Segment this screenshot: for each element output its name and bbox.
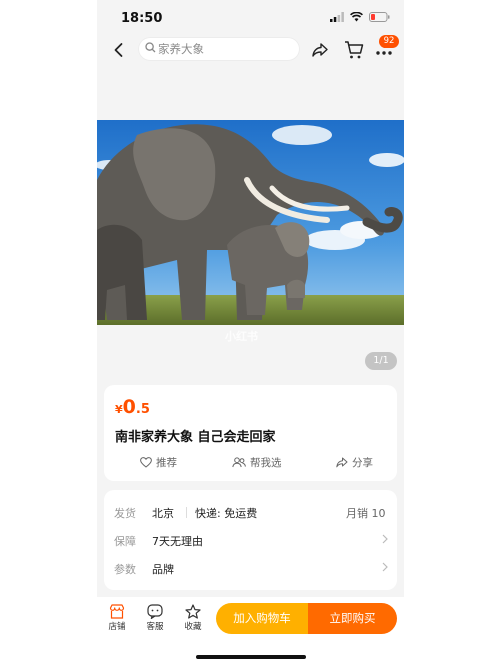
back-arrow-icon[interactable] [109,40,129,60]
phone-screen: 18:50 家养大象 92 小红书 1/1 ¥0.5 南非家养大象 自己会走回家… [97,0,404,667]
guarantee-value: 7天无理由 [152,535,203,548]
price-currency: ¥ [115,403,123,416]
watermark: 小红书 [225,330,258,343]
shop-label: 店铺 [108,622,126,632]
favorite-button[interactable]: 收藏 [178,604,208,632]
product-title: 南非家养大象 自己会走回家 [115,430,276,445]
search-icon [145,42,156,53]
price-integer: 0 [122,396,136,418]
share-arrow-icon[interactable] [310,40,330,60]
monthly-sales: 月销 10 [346,507,386,520]
share-icon [336,457,348,468]
price-card: ¥0.5 南非家养大象 自己会走回家 推荐 帮我选 分享 [104,385,397,481]
star-icon [185,604,201,619]
guarantee-row[interactable]: 保障 7天无理由 [104,530,397,552]
message-badge: 92 [379,35,399,48]
help-choose-label: 帮我选 [250,457,282,469]
elephant-photo[interactable] [97,120,404,325]
status-time: 18:50 [121,11,163,26]
bottom-action-bar: 店铺 客服 收藏 加入购物车 立即购买 [97,597,404,667]
price: ¥0.5 [115,396,150,418]
row-divider [186,507,187,518]
service-label: 客服 [146,622,164,632]
status-bar: 18:50 [97,0,404,36]
shipping-from: 北京 [152,507,174,520]
battery-icon [369,12,390,22]
help-choose-button[interactable]: 帮我选 [232,455,282,470]
recommend-button[interactable]: 推荐 [140,455,177,470]
recommend-label: 推荐 [156,457,177,469]
top-nav-bar: 家养大象 92 [97,35,404,66]
heart-icon [140,457,152,468]
params-value: 品牌 [152,563,174,576]
shipping-key: 发货 [114,507,136,520]
add-to-cart-button[interactable]: 加入购物车 [216,603,308,634]
share-label: 分享 [352,457,373,469]
shop-icon [109,604,125,619]
wifi-icon [350,12,363,22]
favorite-label: 收藏 [184,622,202,632]
people-icon [232,457,246,468]
chevron-right-icon [382,562,388,572]
search-box[interactable]: 家养大象 [138,37,300,61]
search-placeholder: 家养大象 [158,42,204,56]
chevron-right-icon [382,534,388,544]
params-row[interactable]: 参数 品牌 [104,558,397,580]
shipping-fee: 快递: 免运费 [195,507,258,520]
price-decimal: .5 [135,402,150,417]
home-indicator [196,655,306,659]
share-button[interactable]: 分享 [336,455,373,470]
chat-icon [147,604,163,619]
shop-button[interactable]: 店铺 [102,604,132,632]
cart-icon[interactable] [343,39,365,61]
shipping-row[interactable]: 发货 北京 快递: 免运费 月销 10 [104,502,397,524]
product-gallery[interactable]: 小红书 1/1 [97,68,404,378]
params-key: 参数 [114,563,136,576]
action-row: 推荐 帮我选 分享 [104,455,397,475]
guarantee-key: 保障 [114,535,136,548]
image-counter: 1/1 [365,352,397,370]
service-button[interactable]: 客服 [140,604,170,632]
signal-icon [330,12,344,22]
details-card: 发货 北京 快递: 免运费 月销 10 保障 7天无理由 参数 品牌 [104,490,397,590]
buy-now-button[interactable]: 立即购买 [308,603,397,634]
status-icons [330,12,390,22]
